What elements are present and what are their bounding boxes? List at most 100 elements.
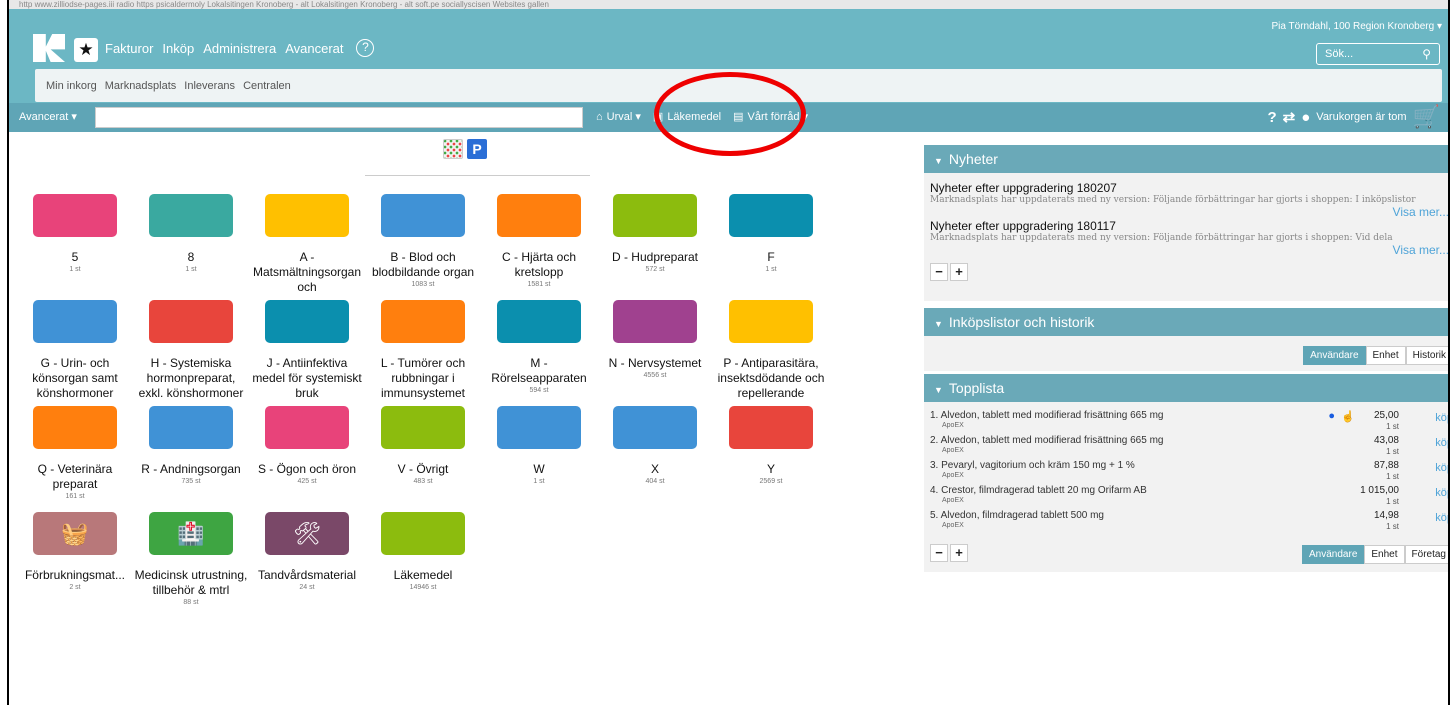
category-tile[interactable]: B - Blod och blodbildande organ 1083 st bbox=[365, 194, 481, 288]
category-tile[interactable]: N - Nervsystemet 4556 st bbox=[597, 300, 713, 379]
category-color-box[interactable] bbox=[149, 300, 233, 343]
category-tile[interactable]: 🛠 Tandvårdsmaterial 24 st bbox=[249, 512, 365, 591]
subnav-inleverans[interactable]: Inleverans bbox=[184, 80, 235, 92]
category-name[interactable]: L - Tumörer och rubbningar i immunsystem… bbox=[365, 356, 481, 401]
product-search-input[interactable] bbox=[95, 107, 583, 128]
category-tile[interactable]: D - Hudpreparat 572 st bbox=[597, 194, 713, 273]
category-name[interactable]: V - Övrigt bbox=[365, 462, 481, 477]
category-color-box[interactable] bbox=[497, 300, 581, 343]
minus-button[interactable]: − bbox=[930, 263, 948, 281]
category-name[interactable]: Läkemedel bbox=[365, 568, 481, 583]
category-tile[interactable]: F1 st bbox=[713, 194, 829, 273]
category-tile[interactable]: M - Rörelseapparaten 594 st bbox=[481, 300, 597, 394]
category-tile[interactable]: J - Antiinfektiva medel för systemiskt b… bbox=[249, 300, 365, 402]
category-name[interactable]: A - Matsmältningsorgan och bbox=[249, 250, 365, 295]
category-tile[interactable]: X 404 st bbox=[597, 406, 713, 485]
category-name[interactable]: R - Andningsorgan bbox=[133, 462, 249, 477]
buy-link[interactable]: köp bbox=[1435, 462, 1448, 474]
category-name[interactable]: W bbox=[481, 462, 597, 477]
help-question-icon[interactable]: ? bbox=[1267, 109, 1276, 126]
category-color-box[interactable] bbox=[33, 300, 117, 343]
category-name[interactable]: 5 bbox=[17, 250, 133, 265]
category-tile[interactable]: Y 2569 st bbox=[713, 406, 829, 485]
nav-avancerat[interactable]: Avancerat bbox=[285, 41, 343, 57]
category-color-box[interactable] bbox=[381, 512, 465, 555]
bookmarks-bar[interactable]: http www.zilliodse-pages.iii radio https… bbox=[9, 0, 1448, 9]
category-color-box[interactable] bbox=[613, 300, 697, 343]
category-color-box[interactable] bbox=[265, 194, 349, 237]
category-color-box[interactable] bbox=[497, 406, 581, 449]
product-name[interactable]: 3. Pevaryl, vagitorium och kräm 150 mg +… bbox=[930, 460, 1135, 471]
category-color-box[interactable] bbox=[613, 406, 697, 449]
category-tile[interactable]: P - Antiparasitära, insektsdödande och r… bbox=[713, 300, 829, 402]
thumbs-icon[interactable]: ☝ bbox=[1341, 410, 1355, 423]
buy-link[interactable]: köp bbox=[1435, 512, 1448, 524]
category-name[interactable]: 8 bbox=[133, 250, 249, 265]
category-name[interactable]: F bbox=[713, 250, 829, 265]
category-color-box[interactable] bbox=[729, 194, 813, 237]
category-color-box[interactable] bbox=[381, 406, 465, 449]
grid-view-icon[interactable] bbox=[443, 139, 463, 159]
category-name[interactable]: B - Blod och blodbildande organ bbox=[365, 250, 481, 280]
buy-link[interactable]: köp bbox=[1435, 487, 1448, 499]
dental-tools-icon[interactable]: 🛠 bbox=[265, 512, 349, 555]
history-panel-header[interactable]: ▼ Inköpslistor och historik bbox=[924, 308, 1448, 336]
category-tile[interactable]: C - Hjärta och kretslopp 1581 st bbox=[481, 194, 597, 288]
news-panel-header[interactable]: ▼ Nyheter bbox=[924, 145, 1448, 173]
category-name[interactable]: J - Antiinfektiva medel för systemiskt b… bbox=[249, 356, 365, 401]
category-name[interactable]: G - Urin- och könsorgan samt könshormone… bbox=[17, 356, 133, 401]
shopping-cart-icon[interactable]: 🛒 bbox=[1413, 106, 1440, 128]
show-more-link[interactable]: Visa mer... bbox=[924, 243, 1448, 257]
category-color-box[interactable] bbox=[33, 194, 117, 237]
category-tile[interactable]: V - Övrigt 483 st bbox=[365, 406, 481, 485]
category-color-box[interactable] bbox=[149, 194, 233, 237]
category-color-box[interactable] bbox=[497, 194, 581, 237]
plus-button[interactable]: + bbox=[950, 263, 968, 281]
category-tile[interactable]: 🧺 Förbrukningsmat... 2 st bbox=[17, 512, 133, 591]
filter-anvandare[interactable]: Användare bbox=[1303, 346, 1366, 365]
category-tile[interactable]: R - Andningsorgan 735 st bbox=[133, 406, 249, 485]
region-logo[interactable] bbox=[33, 34, 65, 62]
category-name[interactable]: D - Hudpreparat bbox=[597, 250, 713, 265]
category-tile[interactable]: G - Urin- och könsorgan samt könshormone… bbox=[17, 300, 133, 402]
buy-link[interactable]: köp bbox=[1435, 437, 1448, 449]
header-search-input[interactable]: Sök... ⚲ bbox=[1316, 43, 1440, 65]
nav-fakturor[interactable]: Fakturor bbox=[105, 41, 153, 57]
category-tile[interactable]: 🏥 Medicinsk utrustning, tillbehör & mtrl 8… bbox=[133, 512, 249, 606]
nav-inkop[interactable]: Inköp bbox=[162, 41, 194, 57]
category-name[interactable]: Q - Veterinära preparat bbox=[17, 462, 133, 492]
category-color-box[interactable] bbox=[729, 406, 813, 449]
category-name[interactable]: Tandvårdsmaterial bbox=[249, 568, 365, 583]
search-icon[interactable]: ⚲ bbox=[1422, 47, 1431, 61]
user-icon[interactable]: ● bbox=[1301, 109, 1310, 126]
category-tile[interactable]: 81 st bbox=[133, 194, 249, 273]
category-tile[interactable]: L - Tumörer och rubbningar i immunsystem… bbox=[365, 300, 481, 402]
category-tile[interactable]: S - Ögon och öron 425 st bbox=[249, 406, 365, 485]
category-color-box[interactable] bbox=[149, 406, 233, 449]
category-color-box[interactable] bbox=[265, 300, 349, 343]
subnav-marknadsplats[interactable]: Marknadsplats bbox=[105, 80, 177, 92]
subnav-min-inkorg[interactable]: Min inkorg bbox=[46, 80, 97, 92]
category-color-box[interactable] bbox=[33, 406, 117, 449]
filter-foretag[interactable]: Företag bbox=[1404, 545, 1448, 564]
product-name[interactable]: 2. Alvedon, tablett med modifierad frisä… bbox=[930, 435, 1163, 446]
basket-icon[interactable]: 🧺 bbox=[33, 512, 117, 555]
filter-historik[interactable]: Historik bbox=[1405, 346, 1448, 365]
category-name[interactable]: Y bbox=[713, 462, 829, 477]
product-name[interactable]: 5. Alvedon, filmdragerad tablett 500 mg bbox=[930, 510, 1104, 521]
category-tile[interactable]: 51 st bbox=[17, 194, 133, 273]
category-tile[interactable]: A - Matsmältningsorgan och bbox=[249, 194, 365, 296]
category-color-box[interactable] bbox=[265, 406, 349, 449]
toplist-panel-header[interactable]: ▼ Topplista bbox=[924, 374, 1448, 402]
minus-button[interactable]: − bbox=[930, 544, 948, 562]
filter-enhet[interactable]: Enhet bbox=[1365, 346, 1406, 365]
filter-anvandare[interactable]: Användare bbox=[1302, 545, 1365, 564]
p-view-button[interactable]: P bbox=[467, 139, 487, 159]
advanced-dropdown[interactable]: Avancerat ▾ bbox=[19, 110, 77, 123]
show-more-link[interactable]: Visa mer... bbox=[924, 205, 1448, 219]
cart-status[interactable]: Varukorgen är tom bbox=[1316, 111, 1406, 123]
category-tile[interactable]: W1 st bbox=[481, 406, 597, 485]
buy-link[interactable]: köp bbox=[1435, 412, 1448, 424]
category-tile[interactable]: Läkemedel 14946 st bbox=[365, 512, 481, 591]
quick-urval[interactable]: ⌂ Urval ▾ bbox=[596, 110, 641, 123]
